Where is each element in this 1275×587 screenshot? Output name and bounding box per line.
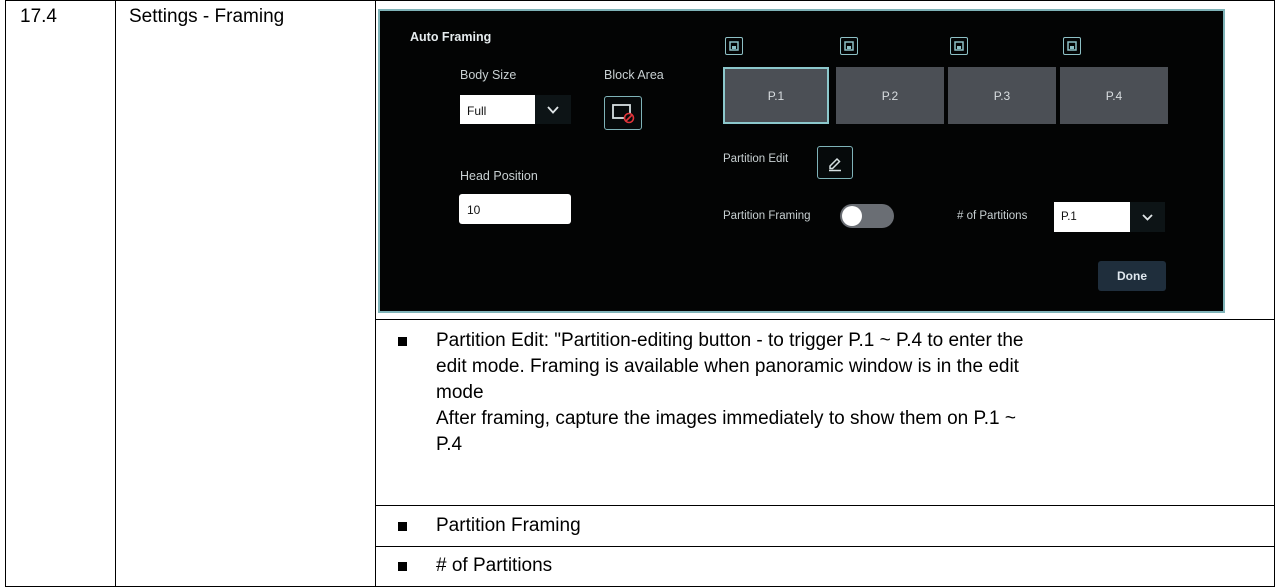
bullet-marker-3 [398,562,407,571]
toggle-knob [842,206,862,226]
table-left-border [5,0,6,587]
row-number: 17.4 [20,6,57,27]
partition-edit-button[interactable] [817,146,853,179]
partition-tile-p3[interactable]: P.3 [948,67,1056,124]
save-icon-p1[interactable] [725,37,743,55]
chevron-down-icon [547,105,559,114]
note-line: After framing, capture the images immedi… [436,408,1016,429]
note-num-partitions: # of Partitions [436,555,553,576]
block-area-button[interactable] [604,96,642,130]
inner-divider-3 [375,546,1274,547]
note-line: Partition Edit: "Partition-editing butto… [436,330,1024,351]
body-size-label: Body Size [460,68,517,82]
note-partition-framing: Partition Framing [436,515,581,536]
done-button[interactable]: Done [1098,261,1166,291]
edit-pencil-icon [829,157,841,171]
chevron-down-icon [1142,213,1153,221]
block-area-label: Block Area [604,68,664,82]
save-icon [729,41,739,51]
inner-divider-1 [375,319,1274,320]
save-icon-p3[interactable] [950,37,968,55]
note-line: mode [436,382,484,403]
note-line: edit mode. Framing is available when pan… [436,356,1019,377]
body-size-dropdown-button[interactable] [535,95,571,124]
save-icon [1067,41,1077,51]
save-icon [954,41,964,51]
save-icon [844,41,854,51]
partition-tile-p4[interactable]: P.4 [1060,67,1168,124]
partition-edit-label: Partition Edit [723,153,789,165]
inner-divider-2 [375,505,1274,506]
auto-framing-panel: Auto Framing Body Size Full Block Area H… [378,9,1225,313]
col-divider-2 [375,0,376,587]
partition-framing-toggle[interactable] [840,204,894,228]
note-line: P.4 [436,434,463,455]
panel-title: Auto Framing [410,30,492,44]
partition-tile-p2[interactable]: P.2 [836,67,944,124]
bullet-marker-1 [398,337,407,346]
block-area-icon [612,104,635,124]
head-position-input[interactable]: 10 [459,194,571,224]
num-partitions-select[interactable]: P.1 [1054,202,1130,232]
table-top-border [5,0,1275,1]
partition-framing-label: Partition Framing [723,210,811,222]
num-partitions-dropdown-button[interactable] [1130,202,1165,232]
partition-tile-p1[interactable]: P.1 [723,67,829,124]
head-position-label: Head Position [460,169,538,183]
bullet-marker-2 [398,522,407,531]
num-partitions-label: # of Partitions [957,210,1028,222]
save-icon-p4[interactable] [1063,37,1081,55]
col-divider-1 [115,0,116,587]
note-partition-edit: Partition Edit: "Partition-editing butto… [436,328,1023,458]
body-size-select[interactable]: Full [460,95,535,124]
row-name: Settings - Framing [129,6,285,27]
save-icon-p2[interactable] [840,37,858,55]
